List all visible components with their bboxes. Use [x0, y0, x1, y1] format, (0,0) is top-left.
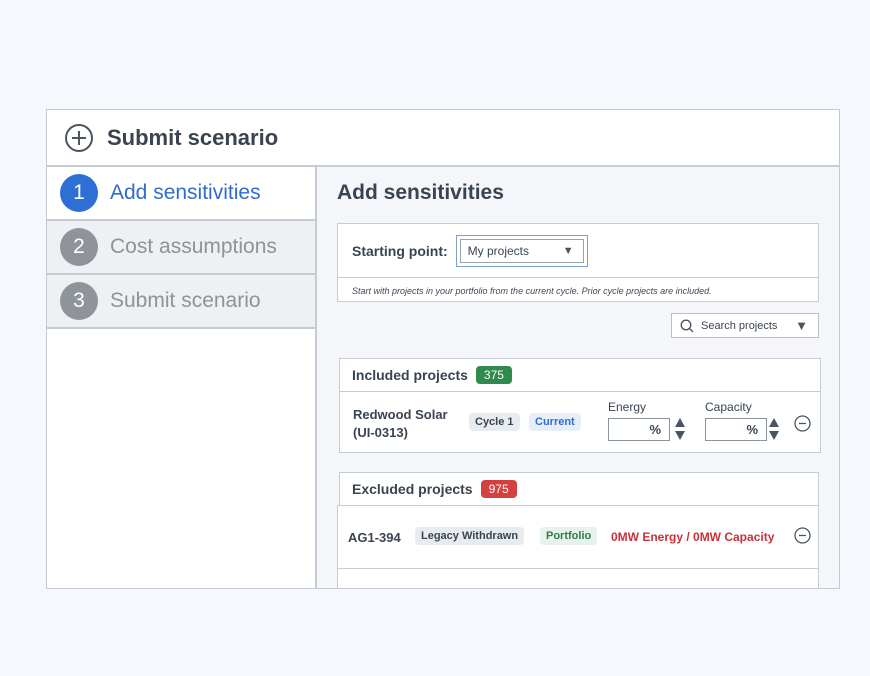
chevron-down-icon[interactable]: ▼ [795, 318, 808, 333]
main-panel: Add sensitivities Starting point: My pro… [317, 167, 839, 588]
search-icon [680, 319, 694, 333]
capacity-summary: 0MW Energy / 0MW Capacity [611, 530, 775, 544]
starting-point-note: Start with projects in your portfolio fr… [337, 277, 819, 302]
remove-circle-icon[interactable] [794, 527, 811, 544]
excluded-project-row: AG1-394 Legacy Withdrawn Portfolio 0MW E… [337, 505, 819, 569]
step-number: 2 [60, 228, 98, 266]
capacity-input[interactable]: % [705, 418, 767, 441]
project-name: AG1-394 [348, 530, 401, 545]
page-title: Add sensitivities [337, 181, 504, 204]
energy-input[interactable]: % [608, 418, 670, 441]
window-title: Submit scenario [107, 124, 279, 150]
project-id: (UI-0313) [353, 425, 408, 440]
cycle-tag: Cycle 1 [469, 413, 520, 431]
window-header: Submit scenario [47, 110, 839, 167]
chevron-down-icon: ▼ [562, 244, 574, 257]
starting-point-select[interactable]: My projects ▼ [459, 238, 584, 263]
steps-sidebar: 1 Add sensitivities 2 Cost assumptions 3… [47, 167, 317, 588]
withdrawn-tag: Legacy Withdrawn [415, 527, 525, 545]
step-label: Add sensitivities [110, 181, 261, 204]
step-label: Submit scenario [110, 289, 261, 312]
project-name-line1: Redwood Solar [353, 407, 448, 422]
remove-circle-icon[interactable] [794, 415, 811, 432]
step-cost-assumptions[interactable]: 2 Cost assumptions [47, 221, 315, 275]
excluded-project-row-next [337, 568, 819, 588]
excluded-projects-header: Excluded projects 975 [339, 472, 819, 506]
search-projects-input[interactable]: Search projects ▼ [671, 313, 819, 338]
step-add-sensitivities[interactable]: 1 Add sensitivities [47, 167, 315, 221]
starting-point-select-focus: My projects ▼ [455, 234, 588, 267]
starting-point-label: Starting point: [352, 242, 448, 259]
capacity-label: Capacity [705, 400, 752, 414]
included-count-badge: 375 [475, 366, 512, 384]
search-placeholder: Search projects [701, 319, 778, 332]
step-number: 3 [60, 282, 98, 320]
project-name: Redwood Solar (UI-0313) [353, 406, 448, 442]
step-number: 1 [60, 174, 98, 212]
excluded-projects-title: Excluded projects [352, 481, 473, 497]
included-projects-title: Included projects [352, 367, 468, 383]
starting-point-value: My projects [467, 243, 530, 258]
portfolio-tag: Portfolio [540, 527, 598, 545]
energy-stepper-icon[interactable] [674, 417, 686, 441]
step-label: Cost assumptions [110, 235, 277, 258]
starting-point-box: Starting point: My projects ▼ [337, 223, 819, 278]
excluded-count-badge: 975 [480, 480, 517, 498]
included-projects-header: Included projects 375 [339, 358, 821, 392]
included-project-row: Redwood Solar (UI-0313) Cycle 1 Current … [339, 391, 821, 453]
submit-scenario-window: Submit scenario 1 Add sensitivities 2 Co… [46, 109, 840, 589]
capacity-stepper-icon[interactable] [768, 417, 780, 441]
energy-label: Energy [608, 400, 647, 414]
plus-circle-icon[interactable] [64, 123, 94, 153]
current-tag: Current [529, 413, 581, 431]
step-submit-scenario[interactable]: 3 Submit scenario [47, 275, 315, 329]
